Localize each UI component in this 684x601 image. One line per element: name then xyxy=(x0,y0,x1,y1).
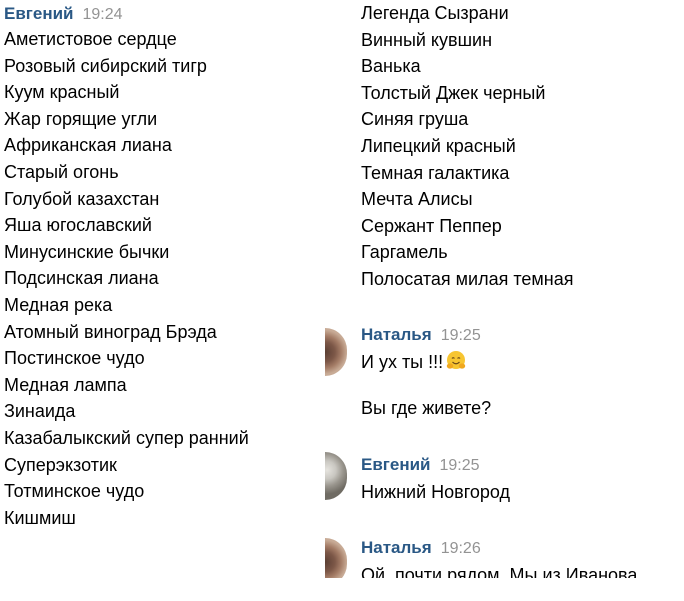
message-text: Вы где живете? xyxy=(361,398,492,418)
message-line: Кишмиш xyxy=(4,507,76,528)
message-text-list: Аметистовое сердце Розовый сибирский тигр… xyxy=(4,26,249,531)
message-left-column: Евгений 19:24 Аметистовое сердце Розовый с… xyxy=(0,0,300,538)
avatar[interactable] xyxy=(325,328,347,376)
message-line: Аметистовое сердце xyxy=(4,29,177,49)
message-line: Сержант Пеппер xyxy=(361,215,502,236)
message-line: Синяя груша xyxy=(361,109,469,130)
message-line: Легенда Сызрани xyxy=(361,3,509,23)
hugging-face-icon xyxy=(445,350,467,372)
message-line: Зинаида xyxy=(4,401,76,422)
message-right-column: Легенда Сызрани Винный кувшин Ванька Толсты… xyxy=(325,0,684,578)
message-line: Толстый Джек черный xyxy=(361,82,546,103)
message-text: И ух ты !!! xyxy=(361,350,467,374)
message-line: Минусинские бычки xyxy=(4,241,170,262)
message-line: Липецкий красный xyxy=(361,135,516,156)
message-time[interactable]: 19:25 xyxy=(440,457,480,474)
message-text: Ой, почти рядом. Мы из Иванова xyxy=(361,565,638,578)
message-line: Розовый сибирский тигр xyxy=(4,55,207,76)
author-name[interactable]: Евгений xyxy=(361,455,431,474)
avatar[interactable] xyxy=(325,452,347,500)
message-line: Мечта Алисы xyxy=(361,189,473,210)
message-line: Африканская лиана xyxy=(4,135,172,156)
message-line: Тотминское чудо xyxy=(4,481,145,502)
message-text-list: Легенда Сызрани Винный кувшин Ванька Толсты… xyxy=(361,0,574,293)
message-header: Наталья 19:26 xyxy=(361,537,481,559)
message-header: Наталья 19:25 xyxy=(361,324,481,346)
message-line: Постинское чудо xyxy=(4,348,145,369)
author-name[interactable]: Наталья xyxy=(361,325,432,344)
message-line: Куум красный xyxy=(4,82,120,103)
message-line: Винный кувшин xyxy=(361,29,493,50)
message-line: Жар горящие угли xyxy=(4,108,158,129)
message-time[interactable]: 19:25 xyxy=(441,327,481,344)
message-line: Подсинская лиана xyxy=(4,268,159,289)
author-name[interactable]: Наталья xyxy=(361,538,432,557)
message-header: Евгений 19:25 xyxy=(361,454,480,476)
message-line: Гаргамель xyxy=(361,242,448,263)
message-line: И ух ты !!! xyxy=(361,352,444,372)
message-header: Евгений 19:24 xyxy=(4,3,123,25)
message-time[interactable]: 19:24 xyxy=(83,6,123,23)
message-line: Атомный виноград Брэда xyxy=(4,321,217,342)
message-time[interactable]: 19:26 xyxy=(441,540,481,557)
message-line: Медная река xyxy=(4,294,113,315)
message-line: Темная галактика xyxy=(361,162,510,183)
message-line: Суперэкзотик xyxy=(4,454,117,475)
message-line: Полосатая милая темная xyxy=(361,268,574,289)
message-line: Яша югославский xyxy=(4,215,152,236)
message-line: Казабалыкский супер ранний xyxy=(4,427,249,448)
message-line: Голубой казахстан xyxy=(4,188,160,209)
author-name[interactable]: Евгений xyxy=(4,4,74,23)
message-line: Медная лампа xyxy=(4,374,127,395)
message-line: Ванька xyxy=(361,56,421,77)
message-line: Старый огонь xyxy=(4,161,119,182)
message-text: Нижний Новгород xyxy=(361,482,511,502)
avatar[interactable] xyxy=(325,538,347,578)
